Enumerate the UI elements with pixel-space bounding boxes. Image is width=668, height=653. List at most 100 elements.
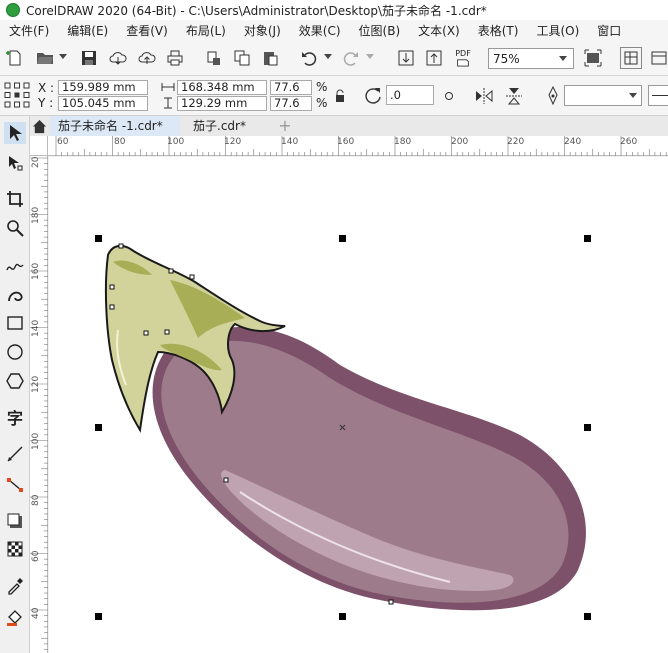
artistic-media-tool[interactable]: [4, 284, 26, 306]
shape-tool[interactable]: [4, 152, 26, 174]
connector-tool[interactable]: [4, 474, 26, 496]
vertical-ruler[interactable]: 20 180 160 140 120 100 80 60 40: [30, 156, 48, 653]
transparency-tool[interactable]: [4, 538, 26, 560]
ellipse-icon: [7, 344, 23, 360]
new-document-button[interactable]: [4, 47, 26, 69]
zoom-combobox[interactable]: 75%: [488, 48, 574, 69]
save-button[interactable]: [78, 47, 100, 69]
line-style-combobox[interactable]: [648, 85, 668, 106]
hruler-label: 220: [507, 137, 525, 147]
tab-eggplant-untitled[interactable]: 茄子未命名 -1.cdr*: [50, 116, 180, 136]
open-button[interactable]: [34, 47, 56, 69]
hruler-label: 60: [57, 137, 69, 147]
scale-width-field[interactable]: 77.6: [270, 80, 312, 95]
rotation-angle-field[interactable]: .0: [386, 85, 434, 105]
hruler-label: 180: [394, 137, 412, 147]
full-screen-button[interactable]: [582, 47, 604, 69]
y-label: Y :: [38, 96, 54, 110]
menu-tools[interactable]: 工具(O): [527, 22, 588, 39]
print-icon: [167, 50, 183, 66]
publish-pdf-button[interactable]: PDF: [452, 47, 474, 69]
snap-to-button[interactable]: [620, 47, 642, 69]
drop-shadow-tool[interactable]: [4, 510, 26, 532]
new-tab-plus-icon[interactable]: +: [278, 118, 292, 134]
options-icon: [651, 51, 667, 65]
ellipse-tool[interactable]: [4, 341, 26, 363]
cloud-download-button[interactable]: [107, 47, 129, 69]
width-field[interactable]: 168.348 mm: [177, 80, 267, 95]
drawing-canvas[interactable]: [49, 157, 668, 653]
redo-icon: [343, 52, 358, 66]
menu-bitmaps[interactable]: 位图(B): [350, 22, 410, 39]
paste-icon: [264, 52, 278, 66]
pick-tool[interactable]: [4, 122, 26, 144]
object-origin-icon[interactable]: [4, 82, 30, 108]
copy-icon: [234, 50, 250, 66]
dimension-line-icon: [7, 446, 23, 462]
connector-icon: [7, 478, 23, 492]
hruler-label: 200: [451, 137, 469, 147]
menu-layout[interactable]: 布局(L): [177, 22, 235, 39]
menu-edit[interactable]: 编辑(E): [58, 22, 117, 39]
zoom-dropdown-icon[interactable]: [559, 56, 567, 61]
copy-button[interactable]: [231, 47, 253, 69]
crop-icon: [7, 191, 23, 207]
cloud-upload-button[interactable]: [136, 47, 158, 69]
interactive-fill-tool[interactable]: [4, 606, 26, 628]
outline-width-combobox[interactable]: [564, 85, 642, 106]
menu-view[interactable]: 查看(V): [117, 22, 177, 39]
height-field[interactable]: 129.29 mm: [177, 96, 267, 111]
polygon-tool[interactable]: [4, 370, 26, 392]
redo-button[interactable]: [340, 47, 362, 69]
import-button[interactable]: [395, 47, 417, 69]
hruler-label: 120: [224, 137, 242, 147]
rectangle-tool[interactable]: [4, 312, 26, 334]
menu-text[interactable]: 文本(X): [409, 22, 469, 39]
magnifier-icon: [7, 220, 24, 237]
menu-table[interactable]: 表格(T): [469, 22, 528, 39]
height-icon: [161, 97, 175, 109]
undo-dropdown-icon[interactable]: [324, 54, 332, 59]
menu-object[interactable]: 对象(J): [235, 22, 290, 39]
open-dropdown-icon[interactable]: [59, 54, 67, 59]
print-button[interactable]: [164, 47, 186, 69]
cut-button[interactable]: [203, 47, 225, 69]
scale-height-field[interactable]: 77.6: [270, 96, 312, 111]
freehand-tool[interactable]: [4, 254, 26, 276]
welcome-home-tab[interactable]: [28, 116, 50, 136]
menu-window[interactable]: 窗口: [588, 22, 630, 39]
mirror-horizontal-button[interactable]: [474, 86, 494, 106]
document-tabs: 茄子未命名 -1.cdr* 茄子.cdr* +: [28, 116, 668, 136]
crop-tool[interactable]: [4, 188, 26, 210]
window-title: CorelDRAW 2020 (64-Bit) - C:\Users\Admin…: [26, 3, 487, 18]
line-style-preview: [652, 95, 668, 96]
text-tool[interactable]: 字: [4, 406, 26, 428]
vruler-label: 80: [31, 494, 41, 506]
y-position-field[interactable]: 105.045 mm: [58, 96, 148, 111]
outline-width-dropdown-icon[interactable]: [629, 93, 637, 98]
import-icon: [398, 50, 414, 66]
eggplant-drawing[interactable]: [49, 157, 668, 653]
dimension-tool[interactable]: [4, 443, 26, 465]
export-button[interactable]: [423, 47, 445, 69]
horizontal-ruler[interactable]: 60 80 100 120 140 160 180 200 220 240 26…: [48, 136, 668, 156]
mirror-vertical-icon: [506, 88, 522, 105]
tab-eggplant[interactable]: 茄子.cdr*: [185, 116, 277, 136]
vruler-label: 100: [31, 432, 41, 450]
mirror-vertical-button[interactable]: [504, 86, 524, 106]
options-button[interactable]: [648, 47, 668, 69]
eyedropper-tool[interactable]: [4, 575, 26, 597]
title-bar: CorelDRAW 2020 (64-Bit) - C:\Users\Admin…: [0, 0, 668, 20]
x-position-field[interactable]: 159.989 mm: [58, 80, 148, 95]
percent-label-h: %: [316, 96, 328, 110]
menu-bar: 文件(F) 编辑(E) 查看(V) 布局(L) 对象(J) 效果(C) 位图(B…: [0, 20, 668, 40]
redo-dropdown-icon[interactable]: [366, 54, 374, 59]
undo-button[interactable]: [298, 47, 320, 69]
menu-file[interactable]: 文件(F): [0, 22, 58, 39]
cut-icon: [207, 51, 220, 65]
zoom-tool[interactable]: [4, 217, 26, 239]
ruler-origin[interactable]: [30, 136, 48, 156]
paste-button[interactable]: [259, 47, 281, 69]
lock-ratio-icon[interactable]: [334, 89, 346, 103]
menu-effects[interactable]: 效果(C): [290, 22, 350, 39]
